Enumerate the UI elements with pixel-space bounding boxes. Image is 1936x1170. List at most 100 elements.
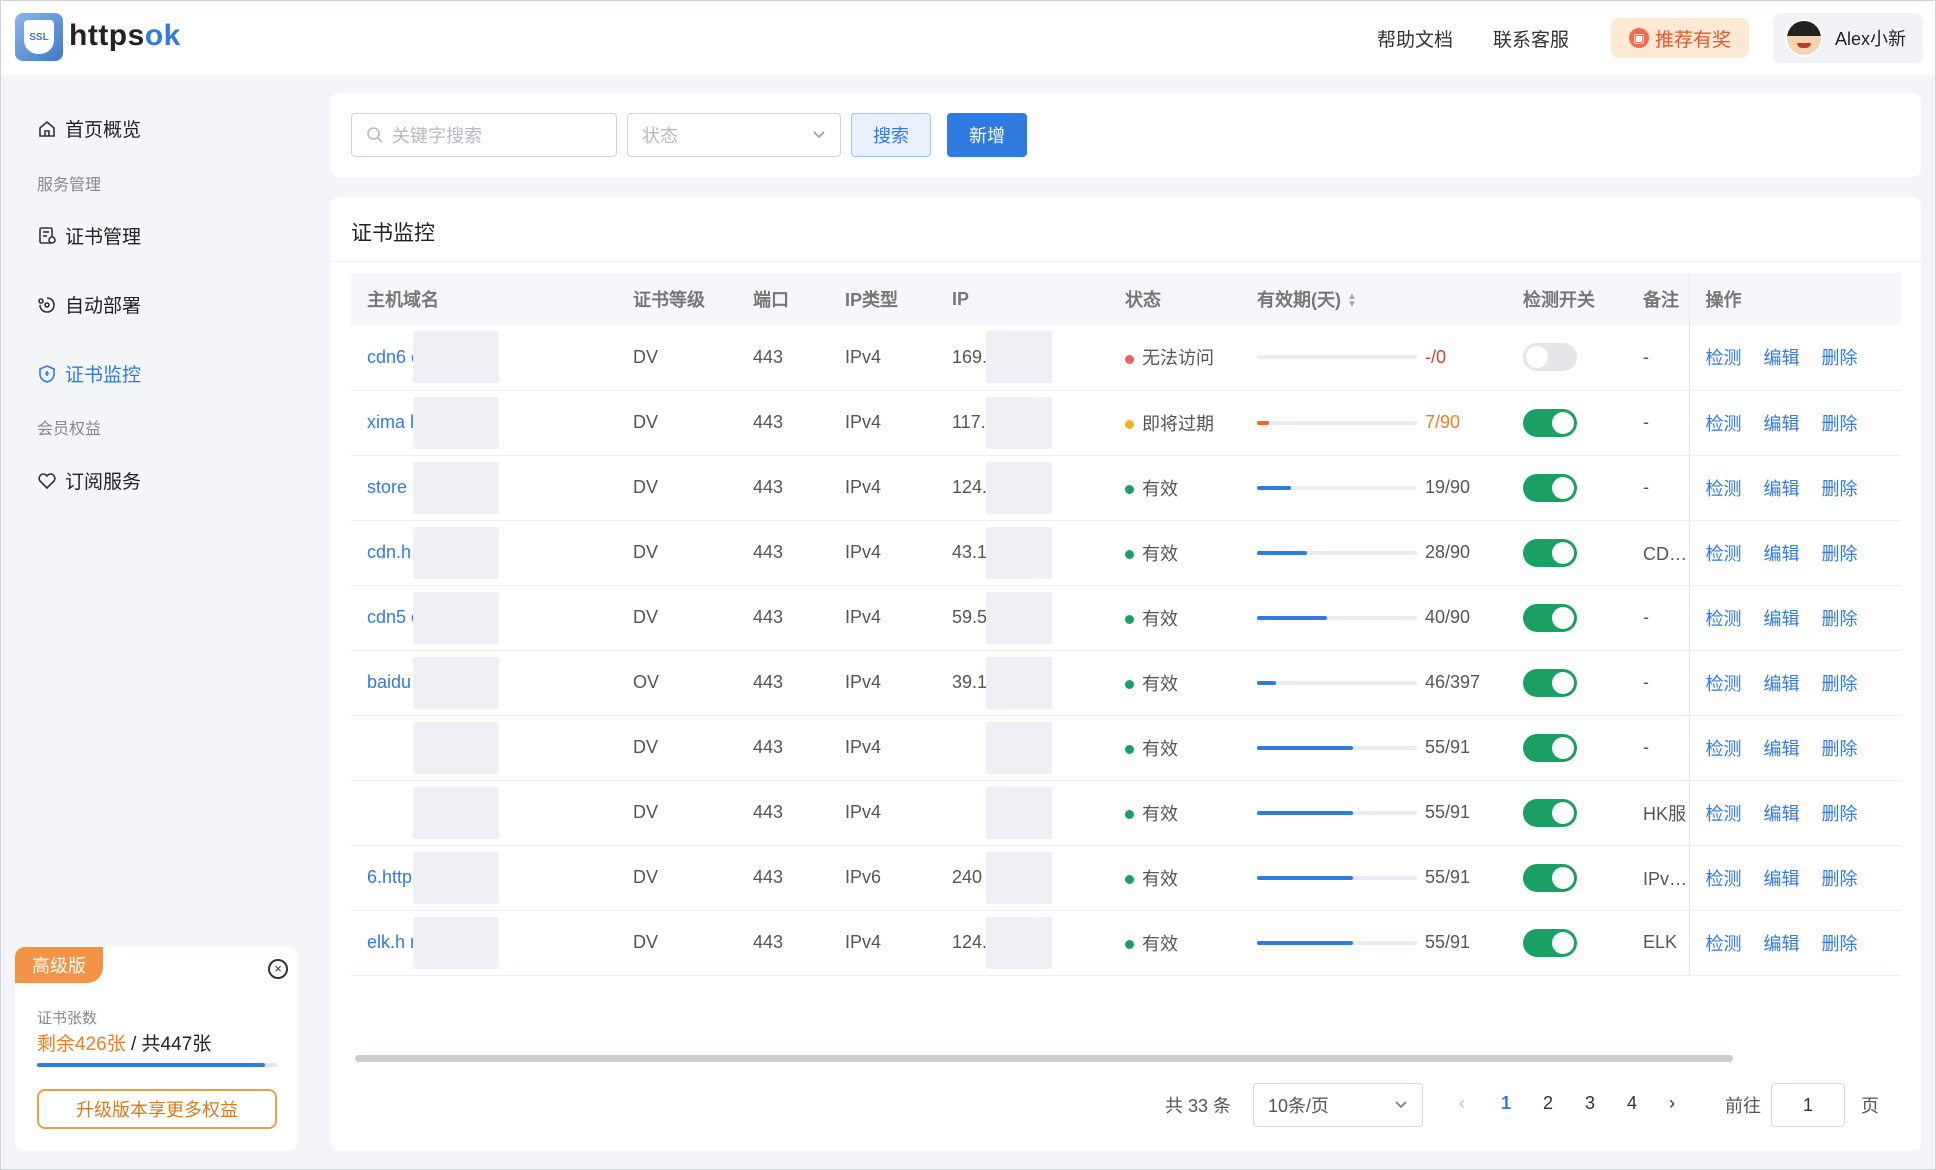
sidebar-item-home[interactable]: 首页概览 bbox=[37, 115, 141, 142]
sidebar-item-label: 订阅服务 bbox=[65, 472, 142, 493]
delete-button[interactable]: 删除 bbox=[1822, 934, 1858, 954]
prev-page-icon[interactable]: ‹ bbox=[1459, 1093, 1465, 1114]
note-cell: - bbox=[1643, 477, 1649, 497]
edit-button[interactable]: 编辑 bbox=[1764, 739, 1800, 759]
port-cell: 443 bbox=[753, 346, 784, 367]
edit-button[interactable]: 编辑 bbox=[1764, 348, 1800, 368]
detect-button[interactable]: 检测 bbox=[1706, 609, 1742, 629]
domain-cell[interactable] bbox=[351, 715, 617, 780]
sidebar-item-cert-manage[interactable]: 证书管理 bbox=[37, 222, 141, 249]
detect-toggle[interactable] bbox=[1523, 863, 1577, 892]
column-header: 操作 bbox=[1688, 273, 1901, 325]
detect-button[interactable]: 检测 bbox=[1706, 934, 1742, 954]
help-docs-link[interactable]: 帮助文档 bbox=[1377, 25, 1453, 52]
domain-link[interactable]: baidu bbox=[367, 672, 411, 692]
detect-button[interactable]: 检测 bbox=[1706, 414, 1742, 434]
detect-toggle[interactable] bbox=[1523, 603, 1577, 632]
detect-button[interactable]: 检测 bbox=[1706, 348, 1742, 368]
domain-cell[interactable]: elk.h n bbox=[351, 910, 617, 975]
delete-button[interactable]: 删除 bbox=[1822, 544, 1858, 564]
edit-button[interactable]: 编辑 bbox=[1764, 674, 1800, 694]
detect-button[interactable]: 检测 bbox=[1706, 479, 1742, 499]
edit-button[interactable]: 编辑 bbox=[1764, 609, 1800, 629]
detect-toggle[interactable] bbox=[1523, 798, 1577, 827]
referral-button[interactable]: ▣ 推荐有奖 bbox=[1611, 18, 1749, 58]
search-input[interactable]: 关键字搜索 bbox=[351, 113, 617, 157]
column-header: 端口 bbox=[753, 290, 789, 310]
sidebar-item-subscription[interactable]: 订阅服务 bbox=[37, 467, 141, 494]
table-row: 6.http DV 443 IPv6 240 14... 有效 55/91 IPv6测检测 编辑… bbox=[351, 845, 1901, 910]
delete-button[interactable]: 删除 bbox=[1822, 348, 1858, 368]
detect-button[interactable]: 检测 bbox=[1706, 739, 1742, 759]
delete-button[interactable]: 删除 bbox=[1822, 479, 1858, 499]
validity-column-header[interactable]: 有效期(天) ▲ ▼ bbox=[1241, 273, 1507, 325]
logo-text[interactable]: httpsok bbox=[69, 19, 181, 53]
detect-toggle[interactable] bbox=[1523, 733, 1577, 762]
validity-cell: 55/91 bbox=[1241, 715, 1507, 780]
domain-link[interactable]: 6.http bbox=[367, 867, 412, 887]
domain-cell[interactable]: cdn.h m bbox=[351, 520, 617, 585]
redaction-mask bbox=[986, 331, 1052, 383]
edit-button[interactable]: 编辑 bbox=[1764, 479, 1800, 499]
edit-button[interactable]: 编辑 bbox=[1764, 934, 1800, 954]
goto-page-input[interactable]: 1 bbox=[1771, 1083, 1845, 1127]
validity-text: 19/90 bbox=[1425, 477, 1471, 497]
page-3[interactable]: 3 bbox=[1585, 1093, 1595, 1114]
ssl-logo-icon[interactable]: SSL bbox=[15, 13, 63, 61]
detect-toggle[interactable] bbox=[1523, 473, 1577, 502]
page-size-select[interactable]: 10条/页 bbox=[1253, 1083, 1423, 1127]
delete-button[interactable]: 删除 bbox=[1822, 414, 1858, 434]
add-button[interactable]: 新增 bbox=[947, 113, 1027, 157]
port-cell: 443 bbox=[753, 867, 784, 887]
user-menu[interactable]: Alex小新 bbox=[1773, 13, 1923, 63]
edit-button[interactable]: 编辑 bbox=[1764, 414, 1800, 434]
page-4[interactable]: 4 bbox=[1627, 1093, 1637, 1114]
next-page-icon[interactable]: › bbox=[1669, 1093, 1675, 1114]
detect-toggle[interactable] bbox=[1523, 668, 1577, 697]
domain-cell[interactable]: 6.http bbox=[351, 845, 617, 910]
detect-button[interactable]: 检测 bbox=[1706, 804, 1742, 824]
edit-button[interactable]: 编辑 bbox=[1764, 869, 1800, 889]
search-button[interactable]: 搜索 bbox=[851, 113, 931, 157]
sort-icon[interactable]: ▲ ▼ bbox=[1347, 292, 1357, 310]
domain-cell[interactable]: cdn6 om bbox=[351, 325, 617, 390]
delete-button[interactable]: 删除 bbox=[1822, 674, 1858, 694]
delete-button[interactable]: 删除 bbox=[1822, 739, 1858, 759]
detect-toggle[interactable] bbox=[1523, 928, 1577, 957]
delete-button[interactable]: 删除 bbox=[1822, 869, 1858, 889]
status-cell: 有效 bbox=[1109, 715, 1241, 780]
status-select[interactable]: 状态 bbox=[627, 113, 841, 157]
sidebar-item-auto-deploy[interactable]: 自动部署 bbox=[37, 291, 141, 318]
delete-button[interactable]: 删除 bbox=[1822, 609, 1858, 629]
validity-cell: 46/397 bbox=[1241, 650, 1507, 715]
contact-support-link[interactable]: 联系客服 bbox=[1493, 25, 1569, 52]
ip-cell bbox=[936, 715, 1109, 780]
detect-toggle[interactable] bbox=[1523, 343, 1577, 372]
close-icon[interactable]: × bbox=[268, 959, 288, 979]
edit-button[interactable]: 编辑 bbox=[1764, 804, 1800, 824]
detect-toggle[interactable] bbox=[1523, 408, 1577, 437]
page-2[interactable]: 2 bbox=[1543, 1093, 1553, 1114]
domain-cell[interactable]: xima k.com bbox=[351, 390, 617, 455]
domain-cell[interactable]: cdn5 om bbox=[351, 585, 617, 650]
search-icon bbox=[367, 127, 383, 143]
detect-button[interactable]: 检测 bbox=[1706, 674, 1742, 694]
toggle-knob bbox=[1552, 411, 1574, 434]
upgrade-button[interactable]: 升级版本享更多权益 bbox=[37, 1089, 277, 1129]
detect-button[interactable]: 检测 bbox=[1706, 544, 1742, 564]
page-1[interactable]: 1 bbox=[1501, 1093, 1511, 1114]
sidebar-item-cert-monitor[interactable]: 证书监控 bbox=[37, 360, 141, 387]
redaction-mask bbox=[986, 851, 1052, 904]
horizontal-scrollbar[interactable] bbox=[355, 1055, 1733, 1062]
domain-cell[interactable]: baidu bbox=[351, 650, 617, 715]
delete-button[interactable]: 删除 bbox=[1822, 804, 1858, 824]
ip-type-cell: IPv6 bbox=[845, 867, 882, 887]
edit-button[interactable]: 编辑 bbox=[1764, 544, 1800, 564]
redaction-mask bbox=[986, 591, 1052, 644]
detect-button[interactable]: 检测 bbox=[1706, 869, 1742, 889]
detect-toggle[interactable] bbox=[1523, 538, 1577, 567]
domain-cell[interactable]: store r.net bbox=[351, 455, 617, 520]
validity-cell: -/0 bbox=[1241, 325, 1507, 390]
search-bar: 关键字搜索 状态 搜索 新增 bbox=[331, 93, 1921, 177]
domain-cell[interactable] bbox=[351, 780, 617, 845]
